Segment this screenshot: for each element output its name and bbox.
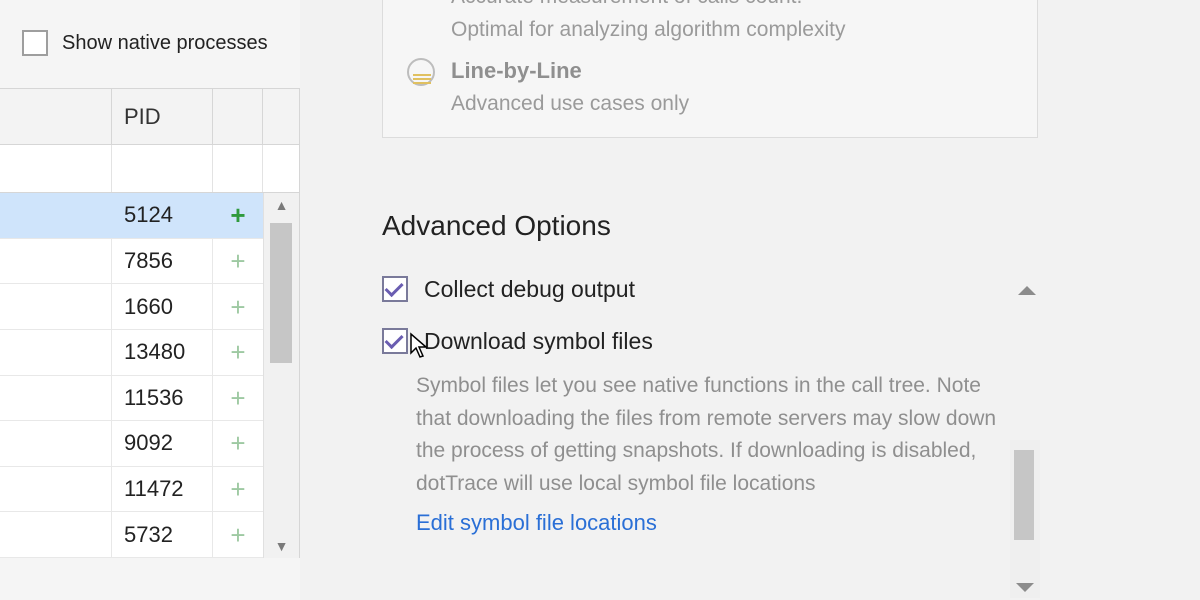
show-native-label: Show native processes bbox=[62, 32, 268, 55]
scroll-down-icon[interactable]: ▼ bbox=[264, 534, 299, 558]
download-symbol-checkbox[interactable] bbox=[382, 328, 408, 354]
table-row[interactable]: 13480 + bbox=[0, 330, 263, 376]
tracing-desc-2: Optimal for analyzing algorithm complexi… bbox=[451, 14, 846, 47]
mode-subtitle: Advanced use cases only bbox=[451, 88, 689, 121]
collect-debug-label: Collect debug output bbox=[424, 276, 635, 303]
pid-cell: 11536 bbox=[112, 376, 213, 421]
edit-symbol-locations-link[interactable]: Edit symbol file locations bbox=[416, 506, 1006, 540]
pid-cell: 1660 bbox=[112, 284, 213, 329]
table-filter-row[interactable] bbox=[0, 145, 299, 193]
pid-cell: 5124 bbox=[112, 193, 213, 238]
process-list-panel: Show native processes PID 5124 + 7856 bbox=[0, 0, 300, 600]
pid-cell: 5732 bbox=[112, 512, 213, 557]
table-row[interactable]: 1660 + bbox=[0, 284, 263, 330]
table-row[interactable]: 5124 + bbox=[0, 193, 263, 239]
scroll-down-icon[interactable] bbox=[1016, 583, 1034, 592]
mode-title: Line-by-Line bbox=[451, 58, 689, 84]
column-header-pid[interactable]: PID bbox=[112, 89, 213, 144]
plus-icon[interactable]: + bbox=[230, 202, 245, 228]
table-row[interactable]: 5732 + bbox=[0, 512, 263, 558]
download-symbol-label: Download symbol files bbox=[424, 328, 653, 355]
scrollbar-thumb[interactable] bbox=[270, 223, 292, 363]
plus-icon[interactable]: + bbox=[230, 248, 245, 274]
plus-icon[interactable]: + bbox=[230, 385, 245, 411]
pid-cell: 7856 bbox=[112, 239, 213, 284]
plus-icon[interactable]: + bbox=[230, 294, 245, 320]
scrollbar[interactable]: ▲ ▼ bbox=[263, 193, 299, 558]
scroll-up-icon[interactable]: ▲ bbox=[264, 193, 299, 217]
table-row[interactable]: 11536 + bbox=[0, 376, 263, 422]
download-symbol-description: Symbol files let you see native function… bbox=[416, 370, 1006, 540]
plus-icon[interactable]: + bbox=[230, 430, 245, 456]
mode-line-by-line[interactable]: Line-by-Line Advanced use cases only bbox=[383, 46, 1037, 121]
profiling-modes-group: Accurate measurement of calls count. Opt… bbox=[382, 0, 1038, 138]
pid-cell: 11472 bbox=[112, 467, 213, 512]
advanced-options-heading: Advanced Options bbox=[382, 210, 611, 242]
settings-panel: Accurate measurement of calls count. Opt… bbox=[360, 0, 1200, 600]
collect-debug-checkbox[interactable] bbox=[382, 276, 408, 302]
table-row[interactable]: 9092 + bbox=[0, 421, 263, 467]
plus-icon[interactable]: + bbox=[230, 339, 245, 365]
collapse-icon[interactable] bbox=[1018, 286, 1036, 295]
plus-icon[interactable]: + bbox=[230, 522, 245, 548]
table-row[interactable]: 11472 + bbox=[0, 467, 263, 513]
scrollbar-thumb[interactable] bbox=[1014, 450, 1034, 540]
tracing-desc-1: Accurate measurement of calls count. bbox=[451, 0, 846, 14]
plus-icon[interactable]: + bbox=[230, 476, 245, 502]
table-header: PID bbox=[0, 89, 299, 145]
settings-scrollbar[interactable] bbox=[1010, 440, 1040, 598]
pid-cell: 9092 bbox=[112, 421, 213, 466]
table-row[interactable]: 7856 + bbox=[0, 239, 263, 285]
process-table: PID 5124 + 7856 + 1660 bbox=[0, 88, 300, 558]
line-by-line-icon bbox=[407, 58, 435, 86]
pid-cell: 13480 bbox=[112, 330, 213, 375]
show-native-checkbox[interactable] bbox=[22, 30, 48, 56]
table-rows: 5124 + 7856 + 1660 + 13480 + bbox=[0, 193, 263, 558]
